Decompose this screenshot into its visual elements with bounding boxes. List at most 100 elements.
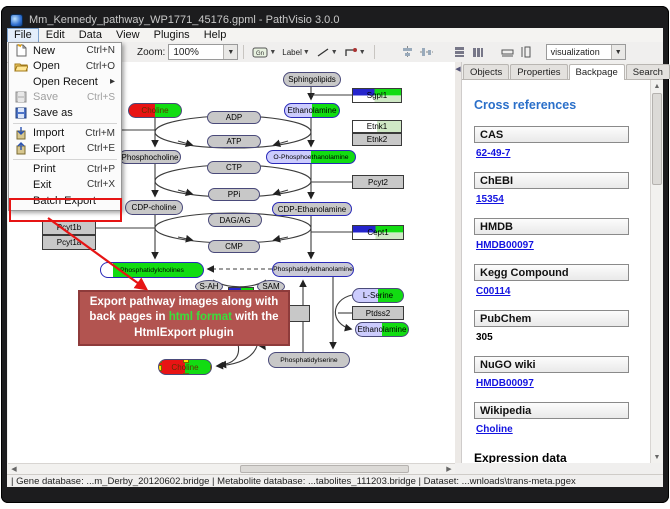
pathway-node-etnk2[interactable]: Etnk2: [352, 133, 402, 146]
collapse-left-icon[interactable]: ◀: [455, 65, 460, 73]
pathway-node-adp[interactable]: ADP: [207, 111, 261, 124]
pathway-node-choline-bottom[interactable]: Choline: [158, 359, 212, 375]
pathway-node-phosphatidylcholines[interactable]: Phosphatidylcholines: [100, 262, 204, 278]
pathway-node-ptdss2[interactable]: Ptdss2: [352, 306, 404, 320]
pathway-node-ctp[interactable]: CTP: [207, 161, 261, 174]
pathway-node-ethanolamine-top[interactable]: Ethanolamine: [284, 103, 340, 118]
visualization-combobox[interactable]: visualization▼: [546, 44, 626, 60]
scrollbar-track[interactable]: [20, 465, 443, 473]
scrollbar-thumb[interactable]: [652, 93, 662, 185]
pathway-node-choline-top[interactable]: Choline: [128, 103, 182, 118]
node-label: ADP: [226, 113, 242, 122]
crossref-value-nugo-wiki[interactable]: HMDB00097: [476, 378, 651, 389]
file-menu-item-open[interactable]: OpenCtrl+O: [9, 59, 121, 75]
menubar-item-help[interactable]: Help: [197, 29, 234, 42]
file-menu-item-open-recent[interactable]: Open Recent▸: [9, 74, 121, 90]
title-bar[interactable]: Mm_Kennedy_pathway_WP1771_45176.gpml - P…: [10, 11, 660, 29]
save-as-icon: [13, 107, 29, 119]
chevron-down-icon[interactable]: ▼: [223, 45, 237, 59]
pathway-node-pcyt1a[interactable]: Pcyt1a: [42, 235, 96, 250]
datanode-tool-button[interactable]: Gn ▼: [249, 46, 279, 59]
scroll-up-icon[interactable]: ▲: [651, 80, 663, 92]
align-center-y-icon: [420, 46, 433, 58]
menu-separator: [13, 123, 117, 124]
zoom-combobox[interactable]: 100%▼: [168, 44, 238, 60]
scrollbar-thumb[interactable]: [240, 465, 409, 473]
panel-splitter[interactable]: ◀: [455, 62, 462, 463]
file-menu-item-exit[interactable]: ExitCtrl+X: [9, 177, 121, 193]
tab-properties[interactable]: Properties: [510, 64, 567, 79]
canvas-horizontal-scrollbar[interactable]: ◀ ▶: [8, 463, 455, 474]
open-folder-icon: [13, 60, 29, 72]
pathway-node-ppi[interactable]: PPi: [208, 188, 260, 201]
stack-horizontal-button[interactable]: [469, 45, 488, 59]
pathway-node-o-phosphoethanolamine[interactable]: O-Phosphoethanolamine: [266, 150, 356, 164]
selection-handle[interactable]: [183, 359, 189, 363]
pathway-node-pcyt2[interactable]: Pcyt2: [352, 175, 404, 189]
status-bar: | Gene database: ...m_Derby_20120602.bri…: [7, 474, 663, 487]
stack-vertical-button[interactable]: [450, 45, 469, 59]
zoom-label: Zoom:: [137, 47, 165, 58]
new-file-icon: [13, 45, 29, 57]
menubar-item-data[interactable]: Data: [72, 29, 109, 42]
selection-handle[interactable]: [158, 365, 162, 371]
menubar-item-plugins[interactable]: Plugins: [147, 29, 197, 42]
scroll-left-icon[interactable]: ◀: [8, 465, 20, 473]
pathway-node-cept1[interactable]: Cept1: [352, 225, 404, 240]
align-center-y-button[interactable]: [417, 45, 436, 59]
file-menu-item-export[interactable]: ExportCtrl+E: [9, 141, 121, 157]
file-menu-item-save-as[interactable]: Save as: [9, 105, 121, 121]
pathway-node-phosphatidylserine[interactable]: Phosphatidylserine: [268, 352, 350, 368]
chevron-down-icon[interactable]: ▼: [611, 45, 625, 59]
scroll-down-icon[interactable]: ▼: [651, 451, 663, 463]
node-label: PPi: [228, 190, 240, 199]
common-width-button[interactable]: [498, 45, 517, 59]
pathway-node-ethanolamine-bottom[interactable]: Ethanolamine: [355, 322, 409, 337]
pathway-node-etnk1[interactable]: Etnk1: [352, 120, 402, 133]
pathway-node-sphingolipids[interactable]: Sphingolipids: [283, 72, 341, 87]
scroll-right-icon[interactable]: ▶: [443, 465, 455, 473]
file-menu-item-print[interactable]: PrintCtrl+P: [9, 162, 121, 178]
batch-export-highlight: [9, 198, 122, 222]
toolbar-separator: [243, 45, 244, 59]
selection-handle[interactable]: [158, 359, 162, 363]
file-menu-item-save[interactable]: SaveCtrl+S: [9, 90, 121, 106]
menu-item-label: Print: [33, 163, 87, 175]
pathway-node-phosphatidylethanolamine[interactable]: Phosphatidylethanolamine: [272, 262, 354, 277]
crossref-value-kegg-compound[interactable]: C00114: [476, 286, 651, 297]
tab-search[interactable]: Search: [626, 64, 670, 79]
menubar-item-file[interactable]: File: [7, 28, 39, 43]
node-label: CDP-choline: [132, 203, 177, 212]
align-center-x-button[interactable]: [398, 45, 417, 59]
panel-vertical-scrollbar[interactable]: ▲ ▼: [650, 80, 663, 463]
pathway-node-cdp-choline[interactable]: CDP-choline: [125, 200, 183, 215]
crossref-header-hmdb: HMDB: [474, 218, 629, 235]
node-label: Sgpl1: [367, 91, 387, 100]
menubar-item-edit[interactable]: Edit: [39, 29, 72, 42]
pathway-node-atp[interactable]: ATP: [207, 135, 261, 148]
node-label: Pcyt1b: [57, 223, 81, 232]
pathway-node-dag-ag[interactable]: DAG/AG: [208, 213, 262, 227]
file-menu-item-import[interactable]: ImportCtrl+M: [9, 126, 121, 142]
pathway-node-cmp[interactable]: CMP: [208, 240, 260, 253]
pathway-node-pcyt1b[interactable]: Pcyt1b: [42, 220, 96, 235]
tab-backpage[interactable]: Backpage: [569, 64, 625, 80]
common-height-button[interactable]: [517, 45, 536, 59]
file-menu-item-new[interactable]: NewCtrl+N: [9, 43, 121, 59]
crossref-value-hmdb[interactable]: HMDB00097: [476, 240, 651, 251]
connector-tool-button[interactable]: ▼: [341, 46, 369, 59]
pathway-node-l-serine[interactable]: L-Serine: [352, 288, 404, 303]
line-tool-button[interactable]: ▼: [313, 46, 341, 59]
crossref-value-cas[interactable]: 62-49-7: [476, 148, 651, 159]
pathway-node-phosphocholine[interactable]: Phosphocholine: [119, 150, 181, 164]
selection-handle[interactable]: [183, 373, 189, 375]
crossref-value-wikipedia[interactable]: Choline: [476, 424, 651, 435]
tab-objects[interactable]: Objects: [463, 64, 509, 79]
menubar-item-view[interactable]: View: [109, 29, 147, 42]
menu-item-shortcut: ▸: [110, 76, 115, 87]
label-tool-button[interactable]: Label ▼: [279, 47, 313, 58]
pathway-node-sgpl1[interactable]: Sgpl1: [352, 88, 402, 103]
backpage-panel: Cross references CAS62-49-7ChEBI15354HMD…: [462, 80, 651, 463]
crossref-value-chebi[interactable]: 15354: [476, 194, 651, 205]
pathway-node-cdp-ethanolamine[interactable]: CDP-Ethanolamine: [272, 202, 352, 216]
